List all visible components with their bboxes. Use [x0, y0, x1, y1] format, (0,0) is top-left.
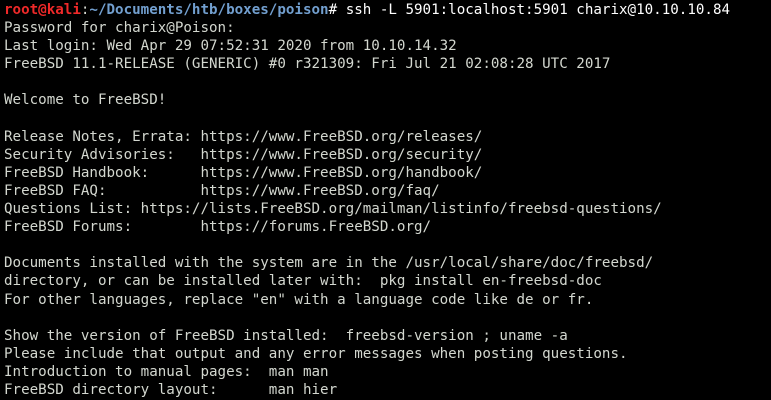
output-line: Welcome to FreeBSD! [4, 92, 167, 109]
output-line: Questions List: https://lists.FreeBSD.or… [4, 201, 662, 218]
output-line: Last login: Wed Apr 29 07:52:31 2020 fro… [4, 38, 457, 55]
terminal-window[interactable]: root@kali:~/Documents/htb/boxes/poison# … [0, 0, 771, 400]
prompt-line: root@kali:~/Documents/htb/boxes/poison# … [4, 1, 771, 19]
prompt-symbol: # [328, 2, 346, 18]
output-line: Release Notes, Errata: https://www.FreeB… [4, 128, 483, 145]
output-line: Please include that output and any error… [4, 345, 628, 362]
output-line: For other languages, replace "en" with a… [4, 291, 594, 308]
output-line: FreeBSD FAQ: https://www.FreeBSD.org/faq… [4, 182, 440, 199]
command-text: ssh -L 5901:localhost:5901 charix@10.10.… [345, 2, 731, 18]
output-line: FreeBSD Handbook: https://www.FreeBSD.or… [4, 164, 483, 181]
output-line: Security Advisories: https://www.FreeBSD… [4, 146, 483, 163]
output-line: Introduction to manual pages: man man [4, 363, 329, 380]
prompt-path: ~/Documents/htb/boxes/poison [89, 2, 329, 18]
output-line: Documents installed with the system are … [4, 255, 654, 272]
output-line: FreeBSD 11.1-RELEASE (GENERIC) #0 r32130… [4, 56, 611, 73]
output-line: Show the version of FreeBSD installed: f… [4, 327, 568, 344]
output-line: directory, or can be installed later wit… [4, 273, 602, 290]
output-line: Password for charix@Poison: [4, 20, 235, 37]
output-line: FreeBSD Forums: https://forums.FreeBSD.o… [4, 219, 432, 236]
output-line: FreeBSD directory layout: man hier [4, 381, 338, 398]
prompt-user-host: root@kali [4, 2, 81, 18]
